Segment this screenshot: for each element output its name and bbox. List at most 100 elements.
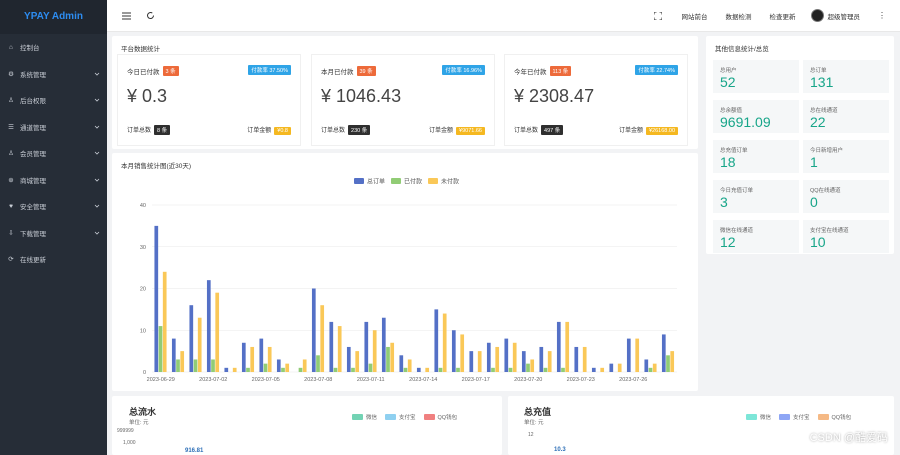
bar-未付款 [215,292,220,372]
x-tick-label: 2023-07-23 [567,377,595,383]
legend-swatch [354,178,364,184]
overview-stat-label: 总余额值 [720,108,743,114]
bar-未付款 [197,317,202,372]
sidebar-item-1[interactable]: ⚙ 系统管理 [0,61,107,88]
bar-已付款 [281,367,285,372]
shop-icon: ⊕ [8,176,14,184]
overview-stat-value: 52 [720,74,736,90]
x-tick-label: 2023-07-17 [462,377,490,383]
bar-总订单 [626,338,631,372]
recharge-title: 总充值 [524,407,552,417]
sidebar-item-label: 控制台 [20,45,40,53]
legend-label: 支付宝 [399,415,416,421]
legend-item[interactable]: QQ钱包 [817,413,851,421]
bar-未付款 [407,359,412,372]
overview-stat-value: 131 [810,74,834,90]
x-tick-label: 2023-07-02 [199,377,227,383]
sidebar-nav: ⌂ 控制台 ⚙ 系统管理 ♙ 后台权限 ☰ 通道管理 ♙ 会员管理 ⊕ 商城管理 ♥ 安全管理 ⇩ 下载管理 ⟳… [0,34,107,273]
sidebar-item-label: 通道管理 [20,124,46,132]
user-name[interactable]: 超级管理员 [828,11,861,21]
list-icon: ☰ [8,123,14,131]
sidebar-item-2[interactable]: ♙ 后台权限 [0,87,107,114]
legend-swatch [423,414,435,420]
bar-未付款 [670,351,675,372]
bar-总订单 [556,321,561,372]
sidebar-item-5[interactable]: ⊕ 商城管理 [0,167,107,194]
sidebar-item-label: 商城管理 [20,177,46,185]
bar-未付款 [547,351,552,372]
sidebar-item-8[interactable]: ⟳ 在线更新 [0,246,107,273]
bar-未付款 [512,342,517,372]
legend-label: 总订单 [367,178,385,186]
more-icon[interactable]: ⋮ [878,11,886,20]
bar-未付款 [582,346,587,372]
bar-未付款 [617,363,622,372]
bar-总订单 [451,330,456,372]
flow-ytick-top: 999999 [117,428,134,434]
data-check-link[interactable]: 数据检测 [726,11,752,21]
sidebar-item-6[interactable]: ♥ 安全管理 [0,193,107,220]
sidebar-item-0[interactable]: ⌂ 控制台 [0,34,107,61]
sidebar-item-7[interactable]: ⇩ 下载管理 [0,220,107,247]
check-update-link[interactable]: 检查更新 [770,11,796,21]
bar-已付款 [298,367,303,372]
chart-legend-item[interactable]: 未付款 [428,178,459,186]
x-tick-label: 2023-07-05 [252,377,280,383]
refresh-icon[interactable] [145,11,155,21]
legend-item[interactable]: 微信 [746,413,771,421]
site-frontend-link[interactable]: 网站前台 [682,11,708,21]
chevron-down-icon [94,71,100,77]
bar-已付款 [526,363,530,372]
stat-footer: 订单总数 230 条 订单金额 ¥9071.66 [321,125,485,135]
overview-stat: 总订单 131 [803,60,889,93]
stat-footer: 订单总数 8 条 订单金额 ¥0.8 [127,125,291,135]
chevron-down-icon [94,97,100,103]
bar-未付款 [565,321,570,372]
legend-swatch [385,414,397,420]
flow-ytick-2: 1,000 [123,440,136,446]
overview-stat-value: 9691.09 [720,114,771,130]
y-tick-label: 40 [140,203,146,209]
bar-已付款 [211,359,215,372]
overview-stat: 总在线通道 22 [803,100,889,133]
overview-stat: 支付宝在线通道 10 [803,220,889,253]
overview-stat-value: 22 [810,114,826,130]
total-amount-badge: ¥9071.66 [456,127,485,135]
chart-legend-item[interactable]: 总订单 [354,178,385,186]
legend-label: 微信 [366,415,378,421]
x-tick-label: 2023-06-29 [147,377,175,383]
bar-总订单 [276,359,281,372]
chevron-down-icon [94,230,100,236]
stat-card: 今年已付款 113 条付款率 22.74% ¥ 2308.47 订单总数 497 条订单… [504,54,688,146]
avatar[interactable] [810,9,824,22]
bar-未付款 [285,363,290,372]
legend-item[interactable]: 微信 [352,413,377,421]
chevron-down-icon [94,177,100,183]
bar-已付款 [316,355,320,372]
flow-unit: 单位: 元 [129,420,149,426]
bar-总订单 [521,351,526,372]
bar-已付款 [438,367,443,372]
legend-swatch [428,178,438,184]
download-icon: ⇩ [8,229,14,237]
app-logo[interactable]: YPAY Admin [0,0,107,34]
legend-swatch [391,178,401,184]
user-icon: ♙ [8,150,14,158]
bar-总订单 [486,342,491,372]
sidebar-item-4[interactable]: ♙ 会员管理 [0,140,107,167]
overview-stat-value: 10 [810,234,826,250]
legend-item[interactable]: 支付宝 [385,413,416,421]
bar-总订单 [574,346,579,372]
bar-总订单 [241,342,246,372]
legend-item[interactable]: 支付宝 [779,413,810,421]
menu-toggle-icon[interactable] [121,11,131,21]
overview-stat-label: 总充值订单 [720,148,748,154]
bar-总订单 [364,321,369,372]
chart-legend-item[interactable]: 已付款 [391,178,422,186]
legend-item[interactable]: QQ钱包 [423,413,457,421]
bar-已付款 [508,367,513,372]
overview-stat: QQ在线通道 0 [803,180,889,213]
paid-amount: ¥ 2308.47 [514,86,595,106]
fullscreen-icon[interactable] [653,11,663,21]
sidebar-item-3[interactable]: ☰ 通道管理 [0,114,107,141]
